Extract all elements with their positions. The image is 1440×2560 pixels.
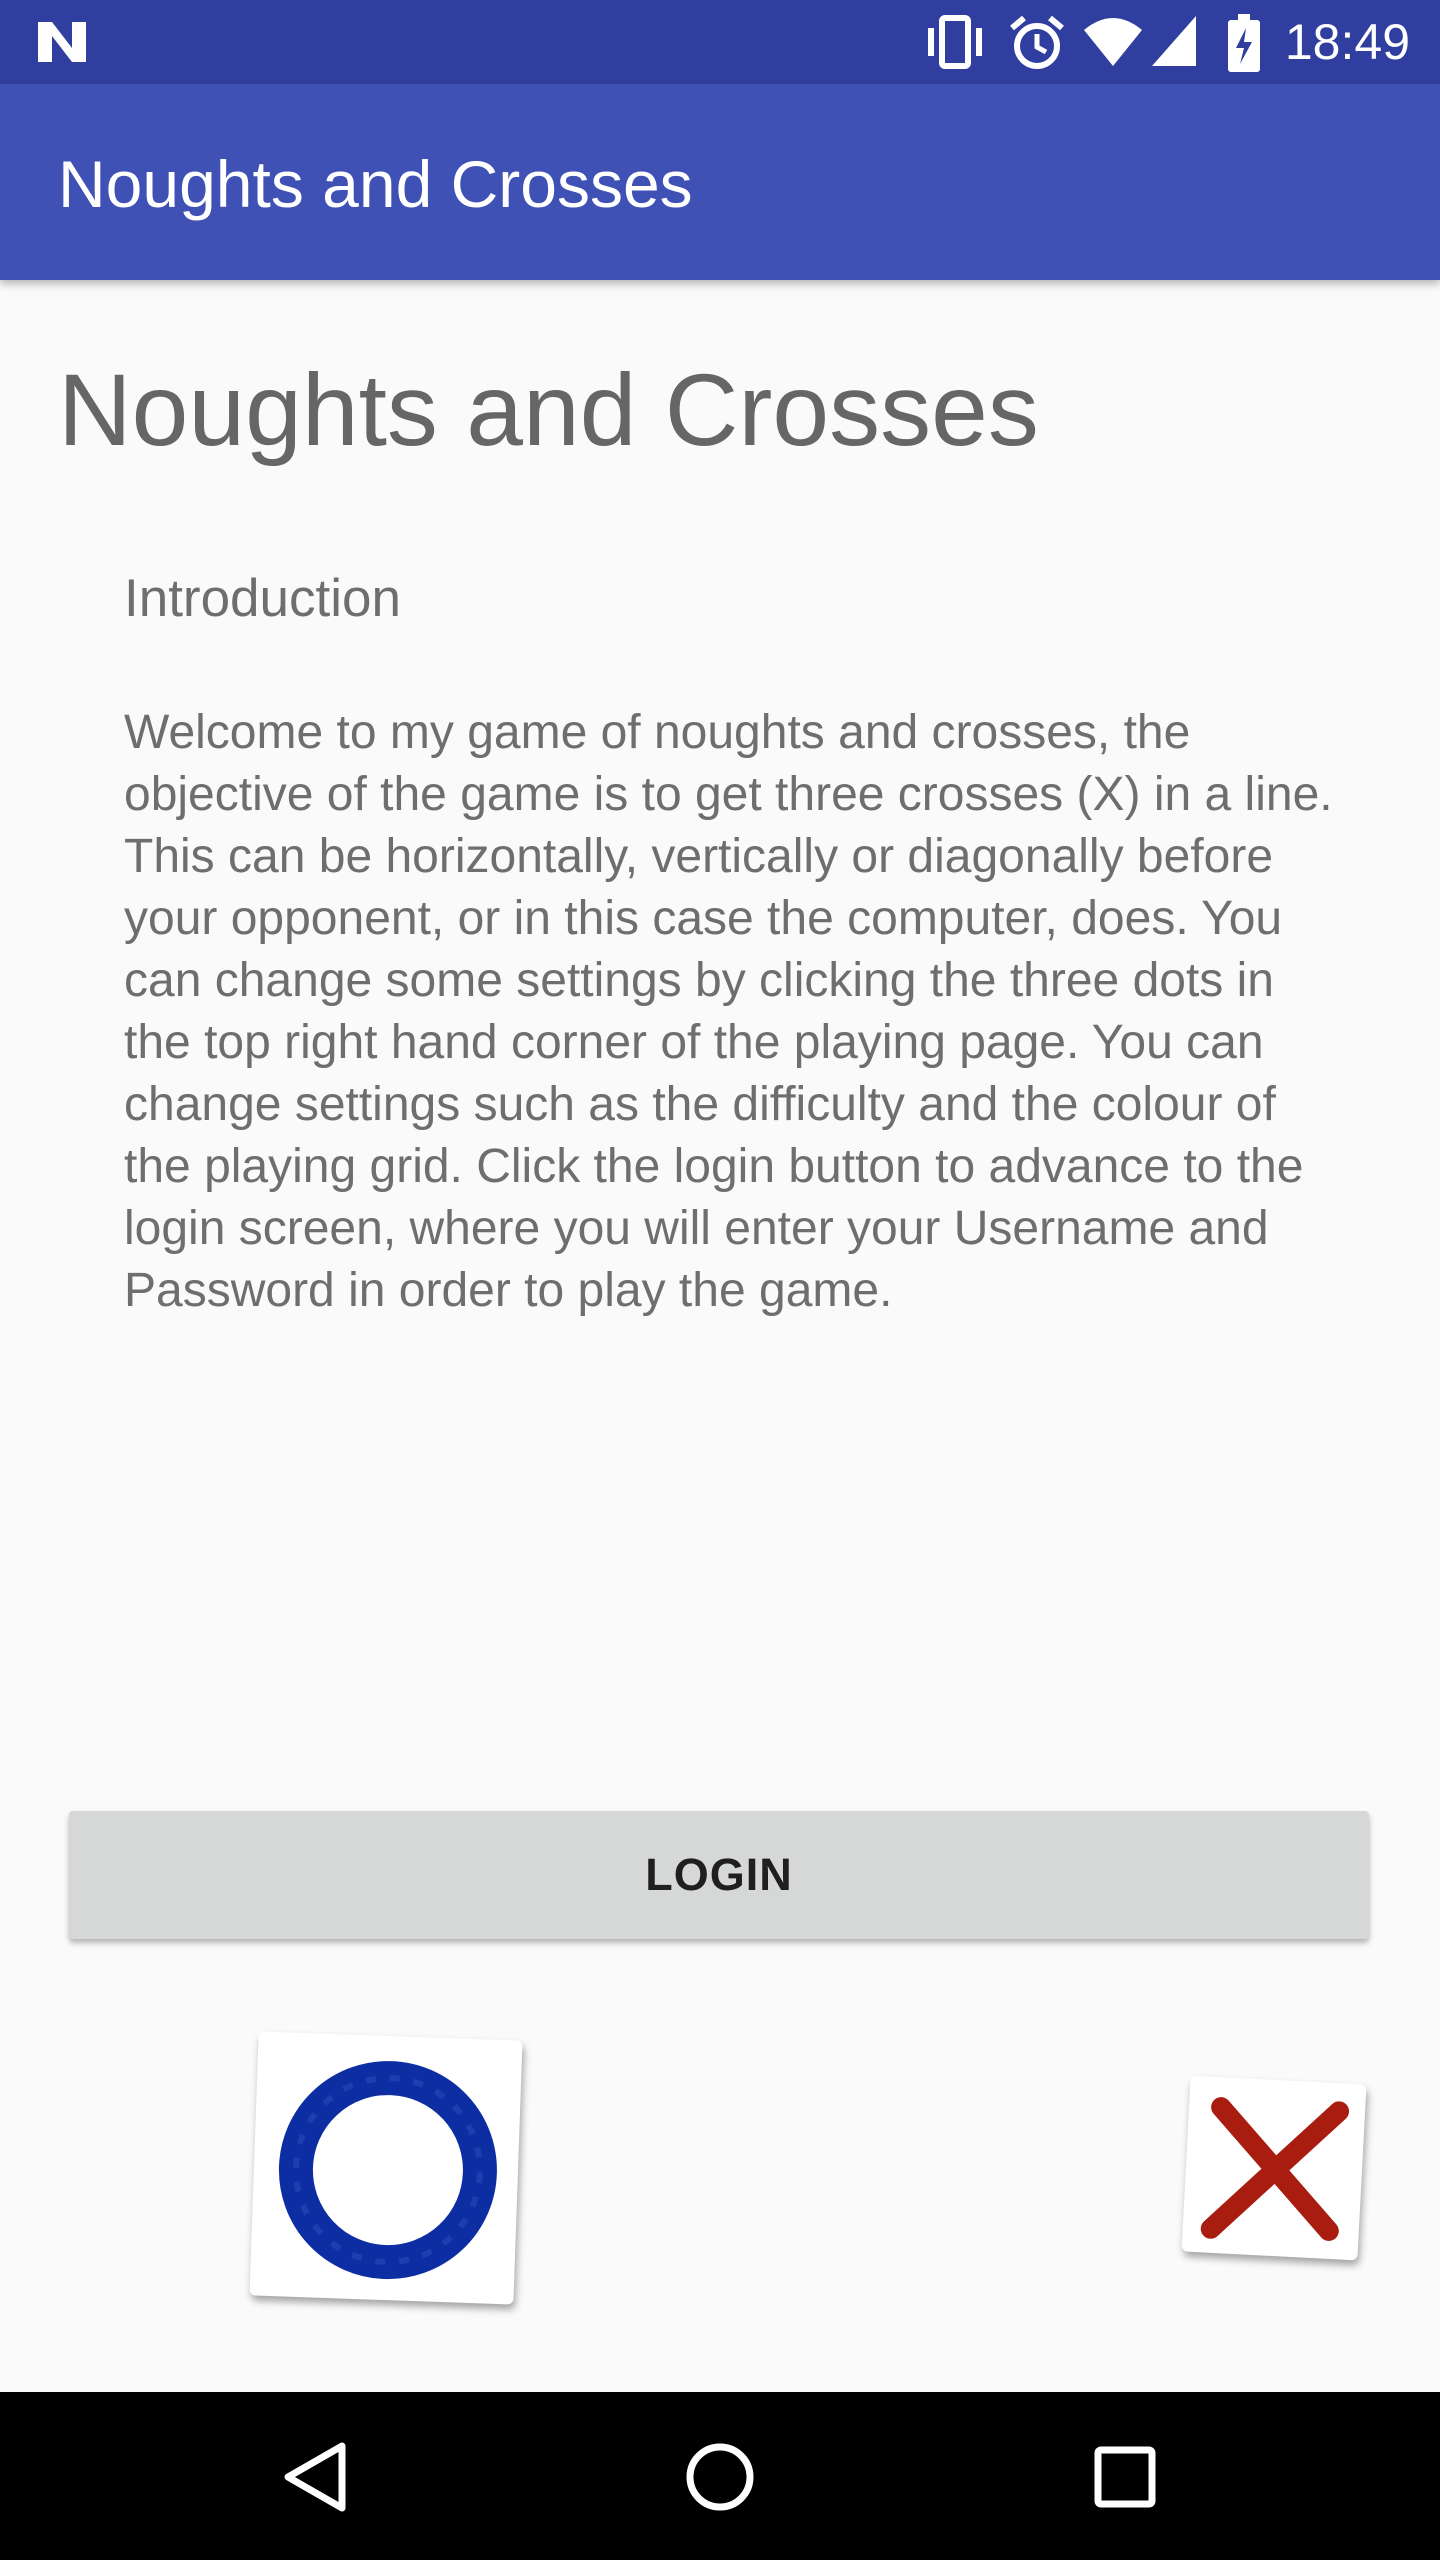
section-label: Introduction <box>124 569 401 628</box>
notification-n-icon <box>36 18 88 66</box>
status-bar: 18:49 <box>0 0 1440 84</box>
recents-icon[interactable] <box>1080 2432 1170 2522</box>
vibrate-icon <box>922 14 988 70</box>
wifi-icon <box>1082 14 1144 68</box>
intro-paragraph: Welcome to my game of noughts and crosse… <box>124 706 1333 1317</box>
status-time: 18:49 <box>1284 14 1410 70</box>
back-icon[interactable] <box>272 2432 362 2522</box>
battery-charging-icon <box>1226 14 1262 72</box>
alarm-icon <box>1008 14 1066 72</box>
cross-tile <box>1181 2075 1367 2261</box>
cross-icon <box>1200 2097 1350 2241</box>
nought-icon <box>278 2061 497 2280</box>
app-bar: Noughts and Crosses <box>0 84 1440 280</box>
page-title: Noughts and Crosses <box>58 353 1039 467</box>
nought-tile <box>249 2031 523 2305</box>
login-button[interactable]: LOGIN <box>69 1811 1369 1939</box>
navigation-bar <box>0 2392 1440 2560</box>
app-title: Noughts and Crosses <box>58 147 693 221</box>
cell-signal-icon <box>1150 14 1198 68</box>
home-icon[interactable] <box>675 2432 765 2522</box>
